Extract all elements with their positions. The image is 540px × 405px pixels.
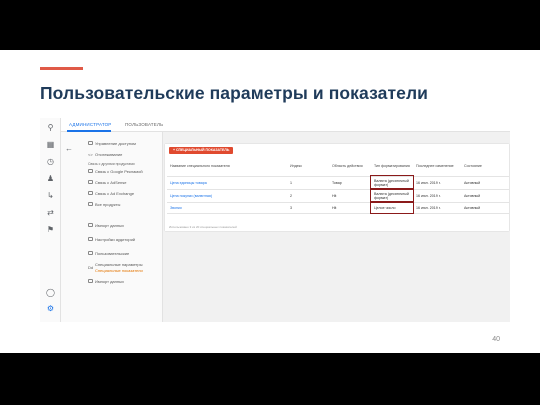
menu-item-access[interactable]: Управление доступом xyxy=(95,141,136,146)
cell-name[interactable]: Цена покупки (валютная) xyxy=(167,189,287,203)
menu-item-import[interactable]: Импорт данных xyxy=(95,223,124,228)
menu-item-custom[interactable]: Пользовательские xyxy=(95,251,129,256)
metrics-table: Название специального показателя Индекс … xyxy=(167,157,509,214)
add-metric-button[interactable]: + СПЕЦИАЛЬНЫЙ ПОКАЗАТЕЛЬ xyxy=(169,147,234,154)
cell-scope: Hit xyxy=(329,202,371,214)
table-row: Звонки 3 Hit Целое число 16 июл. 2019 г.… xyxy=(167,201,509,214)
ads-icon xyxy=(88,169,93,173)
cell-scope: Товар xyxy=(329,176,371,190)
cell-scope: Hit xyxy=(329,189,371,203)
cell-state: Активный xyxy=(461,202,509,214)
menu-section-label: Связь с другими продуктами xyxy=(88,162,135,166)
tab-user[interactable]: ПОЛЬЗОВАТЕЛЬ xyxy=(125,122,163,127)
col-modified[interactable]: Последнее изменение xyxy=(413,157,461,177)
cell-modified: 16 июл. 2019 г. xyxy=(413,176,461,190)
col-format[interactable]: Тип форматирования xyxy=(371,157,413,177)
dashboard-icon[interactable]: ▦ xyxy=(46,140,55,149)
code-icon: <> xyxy=(88,152,93,157)
page-number: 40 xyxy=(492,336,500,343)
tab-admin[interactable]: АДМИНИСТРАТОР xyxy=(69,122,112,127)
menu-item-tracking[interactable]: Отслеживание xyxy=(95,152,122,157)
flow-icon[interactable]: ⇄ xyxy=(46,208,55,217)
analytics-screenshot: ⚲ ▦ ◷ ♟ ↳ ⇄ ⚑ ◯ ⚙ АДМИНИСТРАТОР ПОЛЬЗОВА… xyxy=(40,118,510,322)
cell-name[interactable]: Звонки xyxy=(167,202,287,214)
bulb-icon[interactable]: ◯ xyxy=(46,288,55,297)
dd-icon: Dd xyxy=(88,265,94,270)
cell-format: Валюта (десятичный формат) xyxy=(370,175,414,190)
cell-format: Целое число xyxy=(370,201,414,214)
menu-item-custom-dims[interactable]: Специальные параметры xyxy=(95,262,142,267)
cell-index: 1 xyxy=(287,176,329,190)
admin-menu: ← Управление доступом <> Отслеживание Св… xyxy=(61,132,163,322)
clock-icon[interactable]: ◷ xyxy=(46,157,55,166)
metrics-panel: + СПЕЦИАЛЬНЫЙ ПОКАЗАТЕЛЬ Название специа… xyxy=(165,144,509,231)
cell-modified: 16 июл. 2019 г. xyxy=(413,202,461,214)
col-state[interactable]: Состояние xyxy=(461,157,509,177)
menu-item-google-ads[interactable]: Связь с Google Рекламой xyxy=(95,169,143,174)
import2-icon xyxy=(88,279,93,283)
menu-item-adsense[interactable]: Связь с AdSense xyxy=(95,180,127,185)
table-row: Цена покупки (валютная) 2 Hit Валюта (де… xyxy=(167,188,509,203)
adx-icon xyxy=(88,191,93,195)
menu-item-audiences[interactable]: Настройки аудиторий xyxy=(95,237,135,242)
search-icon[interactable]: ⚲ xyxy=(46,123,55,132)
menu-item-custom-metrics[interactable]: Специальные показатели xyxy=(95,268,143,273)
cell-index: 2 xyxy=(287,189,329,203)
slide-title: Пользовательские параметры и показатели xyxy=(40,83,429,103)
cell-modified: 16 июл. 2019 г. xyxy=(413,189,461,203)
cell-state: Активный xyxy=(461,189,509,203)
menu-item-import-2[interactable]: Импорт данных xyxy=(95,279,124,284)
col-scope[interactable]: Область действия xyxy=(329,157,371,177)
accent-bar xyxy=(40,67,83,70)
adsense-icon xyxy=(88,180,93,184)
custom-icon xyxy=(88,251,93,255)
audience-icon xyxy=(88,237,93,241)
cell-state: Активный xyxy=(461,176,509,190)
slide: Пользовательские параметры и показатели … xyxy=(0,50,540,353)
col-name[interactable]: Название специального показателя xyxy=(167,157,287,177)
usage-footnote: Использовано 3 из 20 специальных показат… xyxy=(169,225,237,229)
person-icon[interactable]: ♟ xyxy=(46,174,55,183)
cell-index: 3 xyxy=(287,202,329,214)
flag-icon[interactable]: ⚑ xyxy=(46,225,55,234)
top-nav: АДМИНИСТРАТОР ПОЛЬЗОВАТЕЛЬ xyxy=(61,118,510,132)
share-icon[interactable]: ↳ xyxy=(46,191,55,200)
gear-icon[interactable]: ⚙ xyxy=(46,304,55,313)
products-icon xyxy=(88,202,93,206)
back-arrow-icon[interactable]: ← xyxy=(65,144,73,153)
col-index[interactable]: Индекс xyxy=(287,157,329,177)
people-icon xyxy=(88,141,93,145)
import-icon xyxy=(88,223,93,227)
menu-item-all-products[interactable]: Все продукты xyxy=(95,202,120,207)
cell-format: Валюта (десятичный формат) xyxy=(370,188,414,203)
menu-item-adx[interactable]: Связь с Ad Exchange xyxy=(95,191,134,196)
table-header-row: Название специального показателя Индекс … xyxy=(167,157,509,177)
cell-name[interactable]: Цена единицы товара xyxy=(167,176,287,190)
left-rail: ⚲ ▦ ◷ ♟ ↳ ⇄ ⚑ ◯ ⚙ xyxy=(40,118,61,322)
table-row: Цена единицы товара 1 Товар Валюта (деся… xyxy=(167,175,509,190)
